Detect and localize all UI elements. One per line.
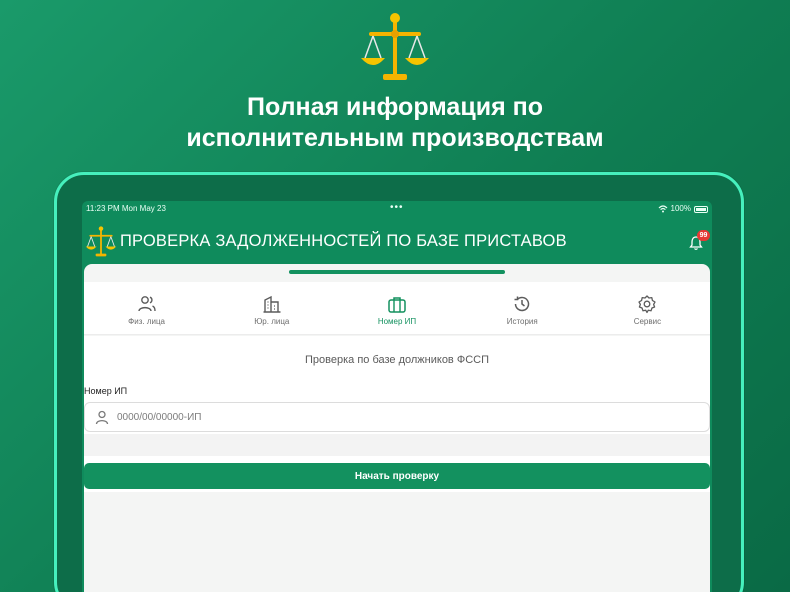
promo-title-line1: Полная информация по: [247, 93, 543, 121]
form-spacer: [84, 434, 710, 456]
settings-icon: [638, 295, 657, 314]
tab-label: Физ. лица: [128, 317, 166, 326]
tab-label: Сервис: [633, 317, 662, 326]
person-icon: [95, 410, 109, 425]
tab-label: Номер ИП: [377, 317, 417, 326]
briefcase-icon: [388, 297, 406, 313]
wifi-icon: [658, 205, 667, 213]
tab-companies[interactable]: Юр. лица: [209, 282, 334, 334]
case-number-label: Номер ИП: [84, 386, 128, 396]
scales-icon: [85, 226, 117, 257]
tab-bar: Физ. лица Юр. лица Номер ИП История Серв…: [84, 282, 710, 335]
status-bar: 11:23 PM Mon May 23 ••• 100%: [82, 201, 712, 217]
case-number-input[interactable]: [117, 409, 697, 426]
people-icon: [137, 296, 156, 312]
tab-label: История: [506, 317, 538, 326]
case-number-field[interactable]: [84, 402, 710, 432]
tab-individuals[interactable]: Физ. лица: [84, 282, 209, 334]
case-number-form: Проверка по базе должников ФССП Номер ИП…: [84, 336, 710, 592]
sheet-handle[interactable]: [289, 270, 505, 274]
building-icon: [263, 295, 281, 313]
app-screen: 11:23 PM Mon May 23 ••• 100% ПРОВЕРКА ЗА…: [82, 201, 712, 592]
tab-history[interactable]: История: [460, 282, 585, 334]
promo-title: Полная информация по исполнительным прои…: [0, 92, 790, 154]
app-title: ПРОВЕРКА ЗАДОЛЖЕННОСТЕЙ ПО БАЗЕ ПРИСТАВО…: [120, 232, 567, 250]
notification-badge[interactable]: 99: [697, 230, 710, 241]
status-time: 11:23 PM Mon May 23: [86, 201, 166, 217]
status-date-value: Mon May 23: [121, 204, 166, 213]
battery-icon: [694, 205, 708, 213]
app-bar: ПРОВЕРКА ЗАДОЛЖЕННОСТЕЙ ПО БАЗЕ ПРИСТАВО…: [82, 223, 712, 263]
tab-case-number[interactable]: Номер ИП: [334, 282, 459, 334]
start-check-button[interactable]: Начать проверку: [84, 463, 710, 489]
status-time-value: 11:23 PM: [86, 204, 120, 213]
tab-service[interactable]: Сервис: [585, 282, 710, 334]
form-subtitle: Проверка по базе должников ФССП: [305, 354, 489, 366]
scales-icon: [361, 13, 429, 80]
battery-percent: 100%: [670, 204, 691, 213]
results-area: [84, 492, 710, 592]
promo-title-line2: исполнительным производствам: [186, 124, 604, 152]
multitask-dots[interactable]: •••: [390, 201, 404, 216]
content-sheet: Физ. лица Юр. лица Номер ИП История Серв…: [84, 264, 710, 592]
status-right: 100%: [658, 201, 708, 217]
history-icon: [514, 296, 530, 312]
tab-label: Юр. лица: [254, 317, 290, 326]
